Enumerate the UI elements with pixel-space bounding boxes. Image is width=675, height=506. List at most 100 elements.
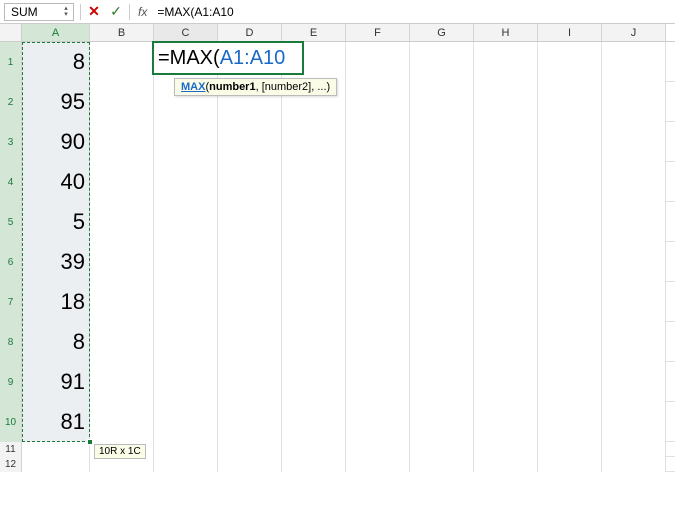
cell[interactable] bbox=[538, 362, 602, 402]
cell[interactable] bbox=[538, 282, 602, 322]
cell[interactable] bbox=[90, 162, 154, 202]
cell[interactable] bbox=[602, 202, 666, 242]
cell[interactable]: 8 bbox=[22, 42, 90, 82]
cell[interactable] bbox=[602, 242, 666, 282]
cell[interactable] bbox=[218, 122, 282, 162]
cell[interactable] bbox=[22, 457, 90, 472]
cell[interactable] bbox=[90, 82, 154, 122]
cell[interactable] bbox=[346, 322, 410, 362]
cell[interactable] bbox=[218, 362, 282, 402]
cell[interactable] bbox=[410, 242, 474, 282]
cell[interactable] bbox=[538, 457, 602, 472]
cell[interactable] bbox=[346, 122, 410, 162]
cell[interactable] bbox=[410, 202, 474, 242]
fill-handle[interactable] bbox=[87, 439, 93, 445]
cell[interactable] bbox=[346, 282, 410, 322]
cell[interactable] bbox=[218, 322, 282, 362]
cell[interactable] bbox=[602, 442, 666, 457]
cell[interactable] bbox=[154, 322, 218, 362]
col-header-C[interactable]: C bbox=[154, 24, 218, 41]
cell[interactable] bbox=[474, 282, 538, 322]
cell[interactable]: 18 bbox=[22, 282, 90, 322]
cell[interactable] bbox=[282, 242, 346, 282]
cell[interactable] bbox=[218, 162, 282, 202]
cell[interactable]: 91 bbox=[22, 362, 90, 402]
cell[interactable] bbox=[538, 202, 602, 242]
cell[interactable] bbox=[538, 42, 602, 82]
cell[interactable] bbox=[538, 242, 602, 282]
cell[interactable] bbox=[282, 162, 346, 202]
cancel-button[interactable]: ✕ bbox=[83, 0, 105, 24]
row-header[interactable]: 4 bbox=[0, 162, 22, 202]
cell[interactable] bbox=[602, 42, 666, 82]
cell[interactable] bbox=[474, 162, 538, 202]
cell[interactable] bbox=[410, 442, 474, 457]
col-header-G[interactable]: G bbox=[410, 24, 474, 41]
cell[interactable] bbox=[602, 122, 666, 162]
row-header[interactable]: 8 bbox=[0, 322, 22, 362]
col-header-A[interactable]: A bbox=[22, 24, 90, 41]
cell[interactable] bbox=[282, 322, 346, 362]
cell[interactable] bbox=[410, 162, 474, 202]
row-header[interactable]: 7 bbox=[0, 282, 22, 322]
cell[interactable] bbox=[218, 202, 282, 242]
cell[interactable] bbox=[410, 402, 474, 442]
cell[interactable] bbox=[474, 362, 538, 402]
col-header-D[interactable]: D bbox=[218, 24, 282, 41]
cell[interactable] bbox=[154, 402, 218, 442]
cell[interactable] bbox=[282, 202, 346, 242]
cell[interactable] bbox=[410, 362, 474, 402]
cell[interactable] bbox=[154, 282, 218, 322]
cell[interactable] bbox=[346, 362, 410, 402]
cell[interactable] bbox=[154, 242, 218, 282]
function-tooltip[interactable]: MAX(number1, [number2], ...) bbox=[174, 78, 337, 96]
cell[interactable] bbox=[90, 362, 154, 402]
cell[interactable] bbox=[90, 122, 154, 162]
row-header[interactable]: 10 bbox=[0, 402, 22, 442]
col-header-H[interactable]: H bbox=[474, 24, 538, 41]
cell[interactable] bbox=[218, 282, 282, 322]
row-header[interactable]: 11 bbox=[0, 442, 22, 457]
cell[interactable] bbox=[410, 457, 474, 472]
cell[interactable] bbox=[602, 362, 666, 402]
cell[interactable]: 8 bbox=[22, 322, 90, 362]
cell[interactable] bbox=[218, 242, 282, 282]
cell[interactable] bbox=[474, 42, 538, 82]
row-header[interactable]: 12 bbox=[0, 457, 22, 472]
name-box[interactable]: SUM ▴ ▾ bbox=[4, 3, 74, 21]
cell[interactable] bbox=[538, 402, 602, 442]
cell[interactable] bbox=[22, 442, 90, 457]
name-box-stepper[interactable]: ▴ ▾ bbox=[61, 6, 71, 18]
cell[interactable] bbox=[154, 457, 218, 472]
cell[interactable] bbox=[346, 82, 410, 122]
cell[interactable]: 40 bbox=[22, 162, 90, 202]
cell[interactable] bbox=[346, 162, 410, 202]
cell[interactable] bbox=[410, 42, 474, 82]
active-cell-editor[interactable]: =MAX(A1:A10 bbox=[152, 41, 304, 75]
cell[interactable] bbox=[602, 282, 666, 322]
cell[interactable] bbox=[538, 122, 602, 162]
cell[interactable] bbox=[90, 322, 154, 362]
cell[interactable] bbox=[154, 442, 218, 457]
cell[interactable] bbox=[474, 82, 538, 122]
cell[interactable] bbox=[282, 122, 346, 162]
cell[interactable] bbox=[282, 442, 346, 457]
row-header[interactable]: 6 bbox=[0, 242, 22, 282]
cell[interactable]: 90 bbox=[22, 122, 90, 162]
cell[interactable] bbox=[602, 457, 666, 472]
col-header-I[interactable]: I bbox=[538, 24, 602, 41]
cell[interactable] bbox=[474, 202, 538, 242]
cell[interactable] bbox=[410, 322, 474, 362]
cell[interactable] bbox=[410, 82, 474, 122]
cell[interactable]: 81 bbox=[22, 402, 90, 442]
row-header[interactable]: 1 bbox=[0, 42, 22, 82]
cell[interactable]: 5 bbox=[22, 202, 90, 242]
cell[interactable] bbox=[154, 202, 218, 242]
row-header[interactable]: 3 bbox=[0, 122, 22, 162]
tooltip-fn-link[interactable]: MAX bbox=[181, 81, 205, 93]
cell[interactable] bbox=[474, 242, 538, 282]
col-header-E[interactable]: E bbox=[282, 24, 346, 41]
cell[interactable] bbox=[90, 282, 154, 322]
col-header-F[interactable]: F bbox=[346, 24, 410, 41]
cell[interactable] bbox=[90, 457, 154, 472]
